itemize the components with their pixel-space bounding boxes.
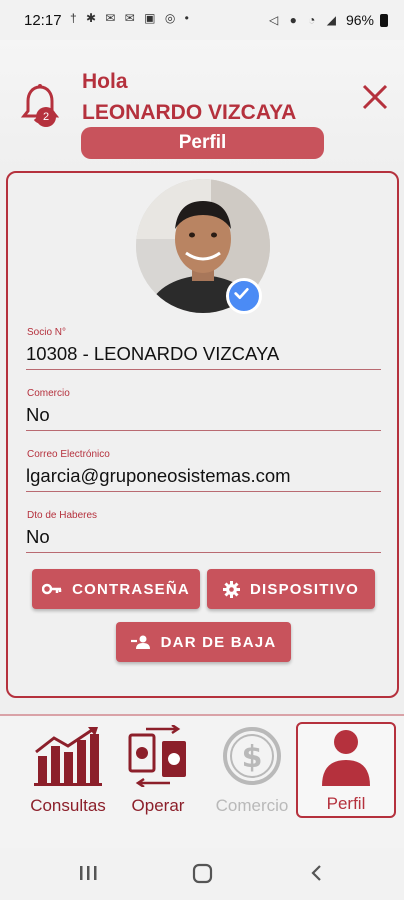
dollar-icon: $	[223, 727, 281, 785]
field-email: Correo Electrónico lgarcia@gruponeosiste…	[26, 449, 381, 492]
nav-label: Comercio	[215, 796, 289, 815]
field-socio: Socio N° 10308 - LEONARDO VIZCAYA	[26, 327, 381, 370]
transfer-icon	[128, 723, 186, 789]
gear-icon	[222, 580, 240, 598]
bottom-nav: Consultas Operar $ Comercio Perfil	[0, 714, 404, 848]
change-password-label: CONTRASEÑA	[72, 580, 190, 598]
back-icon[interactable]	[311, 865, 321, 881]
field-value: No	[26, 526, 50, 547]
status-right: ◁ ● ◔ ◢ 96%	[269, 12, 388, 28]
nav-comercio[interactable]: $ Comercio	[208, 722, 296, 818]
field-label: Comercio	[27, 388, 70, 399]
battery-icon	[380, 13, 388, 27]
profile-card: Socio N° 10308 - LEONARDO VIZCAYA Comerc…	[6, 171, 399, 698]
field-label: Correo Electrónico	[27, 449, 110, 460]
nav-perfil[interactable]: Perfil	[296, 722, 396, 818]
unsubscribe-label: DAR DE BAJA	[160, 633, 277, 651]
recents-icon[interactable]	[80, 866, 97, 880]
user-icon	[322, 730, 370, 786]
status-time: 12:17	[24, 12, 62, 29]
notification-icons: † ✱ ✉ ✉ ▣ ◎ •	[70, 11, 192, 25]
close-icon[interactable]	[360, 82, 390, 112]
svg-text:$: $	[242, 740, 263, 775]
nav-label: Operar	[131, 796, 185, 815]
header: 2 Hola LEONARDO VIZCAYA Perfil	[0, 40, 404, 170]
field-label: Socio N°	[27, 327, 67, 338]
field-comercio: Comercio No	[26, 388, 381, 431]
nav-label: Consultas	[30, 796, 106, 815]
system-icons: ◁ ● ◔ ◢	[269, 13, 340, 27]
device-button[interactable]: DISPOSITIVO	[207, 569, 375, 609]
unsubscribe-button[interactable]: DAR DE BAJA	[116, 622, 291, 662]
home-icon[interactable]	[192, 863, 213, 884]
nav-label: Perfil	[326, 794, 366, 813]
nav-consultas[interactable]: Consultas	[22, 722, 114, 818]
status-bar: 12:17 † ✱ ✉ ✉ ▣ ◎ • ◁ ● ◔ ◢ 96%	[0, 0, 404, 40]
nav-operar[interactable]: Operar	[118, 722, 198, 818]
battery-percent: 96%	[345, 12, 374, 28]
field-value: lgarcia@gruponeosistemas.com	[26, 465, 291, 486]
field-value: No	[26, 404, 50, 425]
field-dto-haberes: Dto de Haberes No	[26, 510, 381, 553]
device-label: DISPOSITIVO	[249, 580, 360, 598]
chart-icon	[34, 727, 102, 786]
user-name: LEONARDO VIZCAYA	[82, 101, 297, 124]
section-title: Perfil	[81, 127, 324, 159]
remove-user-icon	[130, 635, 150, 649]
notification-badge: 2	[36, 107, 56, 127]
change-password-button[interactable]: CONTRASEÑA	[32, 569, 200, 609]
field-value: 10308 - LEONARDO VIZCAYA	[26, 343, 280, 364]
key-icon	[42, 583, 62, 595]
verified-check-icon	[226, 278, 262, 314]
greeting: Hola	[82, 70, 128, 93]
field-label: Dto de Haberes	[27, 510, 98, 521]
system-nav-bar	[0, 848, 404, 900]
